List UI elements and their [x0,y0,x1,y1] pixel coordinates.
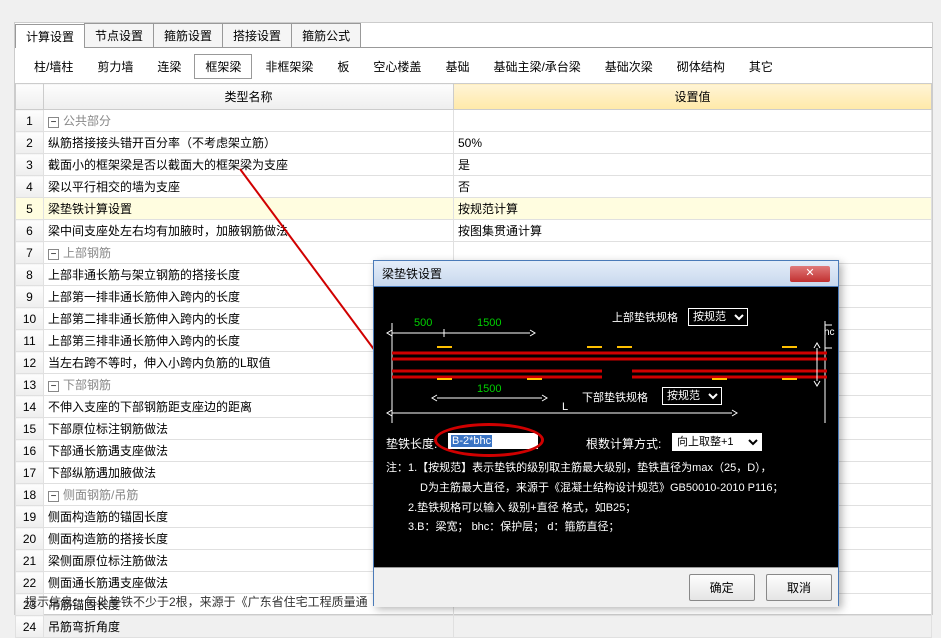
row-6[interactable]: 6梁中间支座处左右均有加腋时，加腋钢筋做法按图集贯通计算 [16,220,932,242]
subtab-7[interactable]: 基础 [434,54,480,79]
subtab-0[interactable]: 柱/墙柱 [23,54,84,79]
length-label: 垫铁长度: [386,435,437,452]
dim-1: 500 [414,317,432,329]
row-2[interactable]: 2纵筋搭接接头错开百分率（不考虑架立筋）50% [16,132,932,154]
upper-spec-label: 上部垫铁规格 [612,309,678,325]
hint-text: 提示信息：每处垫铁不少于2根，来源于《广东省住宅工程质量通 [25,593,368,610]
row-24[interactable]: 24吊筋弯折角度 [16,616,932,638]
row-value[interactable]: 50% [454,132,932,154]
row-num: 24 [16,616,44,638]
tab-2[interactable]: 箍筋设置 [153,23,223,47]
subtab-5[interactable]: 板 [326,54,360,79]
row-num: 14 [16,396,44,418]
row-value[interactable]: 按图集贯通计算 [454,220,932,242]
subtab-10[interactable]: 砌体结构 [666,54,736,79]
row-label: 梁以平行相交的墙为支座 [44,176,454,198]
row-label: 截面小的框架梁是否以截面大的框架梁为支座 [44,154,454,176]
subtab-3[interactable]: 框架梁 [194,54,252,79]
row-num: 15 [16,418,44,440]
row-num: 21 [16,550,44,572]
row-num: 22 [16,572,44,594]
row-num: 9 [16,286,44,308]
dim-2: 1500 [477,317,501,329]
subtab-9[interactable]: 基础次梁 [594,54,664,79]
subtab-8[interactable]: 基础主梁/承台梁 [482,54,591,79]
tab-1[interactable]: 节点设置 [84,23,154,47]
dim-3: 1500 [477,383,501,395]
row-num: 12 [16,352,44,374]
lower-spec-select[interactable]: 按规范 [662,387,722,405]
row-value[interactable] [454,616,932,638]
row-num: 10 [16,308,44,330]
row-4[interactable]: 4梁以平行相交的墙为支座否 [16,176,932,198]
row-value[interactable] [454,110,932,132]
count-label: 根数计算方式: [586,435,661,452]
row-num: 6 [16,220,44,242]
col-value: 设置值 [454,84,932,110]
row-value[interactable]: 按规范计算 [454,198,932,220]
collapse-icon[interactable]: − [48,381,59,392]
row-num: 13 [16,374,44,396]
lower-spec-label: 下部垫铁规格 [582,389,648,405]
row-num: 2 [16,132,44,154]
collapse-icon[interactable]: − [48,117,59,128]
tab-0[interactable]: 计算设置 [15,24,85,48]
count-method-select[interactable]: 向上取整+1 [672,433,762,451]
ok-button[interactable]: 确定 [689,574,755,601]
row-num: 4 [16,176,44,198]
row-num: 18 [16,484,44,506]
collapse-icon[interactable]: − [48,249,59,260]
row-num: 5 [16,198,44,220]
dialog-titlebar: 梁垫铁设置 ✕ [374,261,838,287]
subtab-2[interactable]: 连梁 [146,54,192,79]
row-label: 纵筋搭接接头错开百分率（不考虑架立筋） [44,132,454,154]
row-num: 17 [16,462,44,484]
row-label: 吊筋弯折角度 [44,616,454,638]
row-label: −公共部分 [44,110,454,132]
sub-tabs: 柱/墙柱剪力墙连梁框架梁非框架梁板空心楼盖基础基础主梁/承台梁基础次梁砌体结构其… [15,48,932,83]
collapse-icon[interactable]: − [48,491,59,502]
col-name: 类型名称 [44,84,454,110]
row-label: 梁中间支座处左右均有加腋时，加腋钢筋做法 [44,220,454,242]
dialog-body: 500 1500 1500 L hc 上部垫铁规格 按规范 下部垫铁规格 按规范… [374,287,838,567]
row-num: 11 [16,330,44,352]
row-label: 梁垫铁计算设置 [44,198,454,220]
subtab-4[interactable]: 非框架梁 [254,54,324,79]
row-5[interactable]: 5梁垫铁计算设置按规范计算 [16,198,932,220]
row-3[interactable]: 3截面小的框架梁是否以截面大的框架梁为支座是 [16,154,932,176]
notes: 注：1.【按规范】表示垫铁的级别取主筋最大级别，垫铁直径为max（25，D）， … [382,459,830,538]
dialog-title: 梁垫铁设置 [382,265,442,282]
row-value[interactable]: 是 [454,154,932,176]
row-num: 8 [16,264,44,286]
length-value-highlight: B-2*bhc [451,435,492,447]
row-num: 7 [16,242,44,264]
subtab-1[interactable]: 剪力墙 [86,54,144,79]
pad-iron-dialog: 梁垫铁设置 ✕ [373,260,839,606]
tab-3[interactable]: 搭接设置 [222,23,292,47]
subtab-11[interactable]: 其它 [738,54,784,79]
row-num: 1 [16,110,44,132]
close-icon[interactable]: ✕ [790,266,830,282]
row-num: 3 [16,154,44,176]
row-value[interactable]: 否 [454,176,932,198]
cancel-button[interactable]: 取消 [766,574,832,601]
tab-4[interactable]: 箍筋公式 [291,23,361,47]
upper-spec-select[interactable]: 按规范 [688,308,748,326]
subtab-6[interactable]: 空心楼盖 [362,54,432,79]
row-num: 19 [16,506,44,528]
row-1[interactable]: 1−公共部分 [16,110,932,132]
diagram: 500 1500 1500 L hc 上部垫铁规格 按规范 下部垫铁规格 按规范 [382,293,830,423]
top-tabs: 计算设置节点设置箍筋设置搭接设置箍筋公式 [15,23,932,48]
row-num: 20 [16,528,44,550]
dialog-buttons: 确定 取消 [374,567,838,607]
row-num: 16 [16,440,44,462]
